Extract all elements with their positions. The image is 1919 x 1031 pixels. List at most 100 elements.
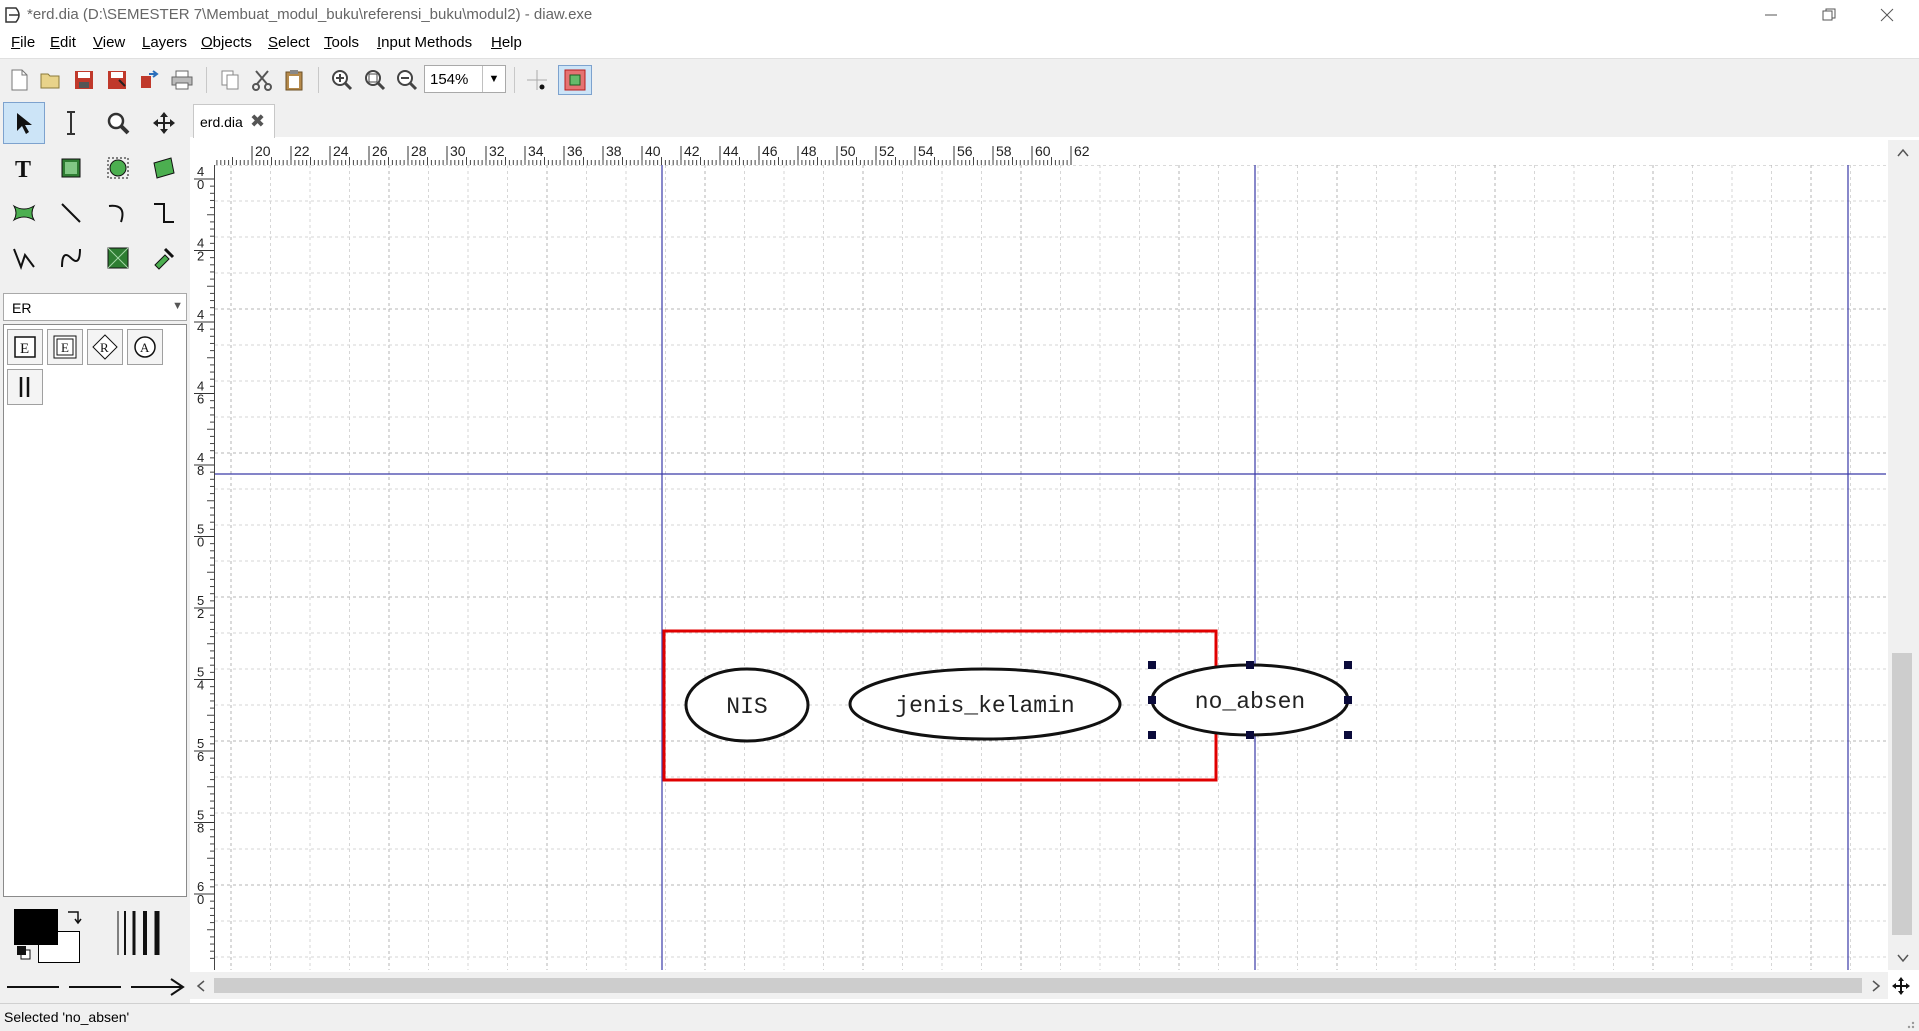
er-attribute-shape[interactable]: A [127,329,163,365]
restore-button[interactable] [1800,0,1858,30]
menu-view[interactable]: View [93,34,125,51]
magnify-tool[interactable] [97,102,139,144]
minimize-button[interactable] [1742,0,1800,30]
zoom-out-icon [397,70,418,91]
horizontal-scrollbar[interactable] [190,972,1888,999]
menu-edit[interactable]: Edit [50,34,76,51]
vertical-scrollbar[interactable] [1888,140,1919,970]
selection-handle[interactable] [1246,661,1254,669]
chevron-down-icon[interactable]: ▼ [482,66,505,92]
svg-text:A: A [140,340,150,355]
text-tool[interactable]: T [3,147,45,189]
menu-objects[interactable]: Objects [201,34,252,51]
ruler-label: 4 [197,320,204,335]
attribute-no-absen[interactable]: no_absen [1150,663,1350,737]
ruler-label: 32 [489,143,505,159]
navigation-icon[interactable] [1891,976,1911,996]
close-tab-icon[interactable]: ✖ [250,111,265,132]
line-start-icon [7,986,59,988]
default-colors-icon[interactable] [16,945,32,961]
vertical-scroll-thumb[interactable] [1892,653,1912,935]
er-participation-shape[interactable] [7,369,43,405]
polyline-tool[interactable] [3,237,45,279]
beziergon-tool[interactable] [3,192,45,234]
cut-icon [252,70,272,91]
attribute-jenis-kelamin[interactable]: jenis_kelamin [848,667,1122,741]
line-width-icon[interactable] [114,907,168,959]
zoom-out-button[interactable] [394,67,420,93]
open-button[interactable] [38,67,64,93]
cut-button[interactable] [249,67,275,93]
text-edit-tool[interactable] [50,102,92,144]
foreground-color-box[interactable] [14,909,58,945]
selection-handle[interactable] [1148,661,1156,669]
snap-object-toggle[interactable] [558,65,592,95]
tab-label: erd.dia [200,114,243,130]
save-as-button[interactable] [104,67,130,93]
zoom-fit-button[interactable] [362,67,388,93]
resize-grip-icon[interactable] [1902,1016,1916,1030]
diagram-canvas[interactable]: NIS jenis_kelamin no_absen [215,165,1886,970]
selection-handle[interactable] [1344,731,1352,739]
sheet-selector[interactable]: ER ▼ [3,293,187,321]
menu-layers[interactable]: Layers [142,34,187,51]
er-entity-shape[interactable]: E [7,329,43,365]
save-button[interactable] [71,67,97,93]
pointer-icon [17,113,32,134]
scroll-left-icon[interactable] [196,980,206,992]
copy-button[interactable] [217,67,243,93]
image-tool[interactable] [97,237,139,279]
ruler-label: 62 [1074,143,1090,159]
selection-handle[interactable] [1148,731,1156,739]
minimize-icon [1765,14,1777,16]
er-relationship-shape[interactable]: R [87,329,123,365]
menu-input-methods[interactable]: Input Methods [377,34,472,51]
ruler-label: 46 [762,143,778,159]
start-arrow-selector[interactable] [3,969,63,1005]
er-weak-entity-shape[interactable]: E [47,329,83,365]
print-button[interactable] [169,67,195,93]
modify-tool[interactable] [3,102,45,144]
ellipse-tool[interactable] [97,147,139,189]
line-style-selector[interactable] [65,969,125,1005]
menu-help[interactable]: Help [491,34,522,51]
paste-button[interactable] [281,67,307,93]
open-icon [40,73,60,89]
attribute-icon: A [134,336,156,358]
bezier-tool[interactable] [50,237,92,279]
scroll-tool[interactable] [143,102,185,144]
line-tool[interactable] [50,192,92,234]
polygon-tool[interactable] [143,147,185,189]
arc-icon [108,204,124,223]
ruler-label: 58 [996,143,1012,159]
close-button[interactable] [1858,0,1916,30]
selection-handle[interactable] [1344,661,1352,669]
scroll-up-icon[interactable] [1897,148,1909,158]
horizontal-scroll-thumb[interactable] [214,978,1862,993]
selection-handle[interactable] [1148,696,1156,704]
zigzag-tool[interactable] [143,192,185,234]
menu-select[interactable]: Select [268,34,310,51]
bezier-icon [61,248,81,268]
outline-tool[interactable] [143,237,185,279]
end-arrow-selector[interactable] [127,969,187,1005]
snap-grid-toggle[interactable] [524,67,550,93]
new-button[interactable] [6,67,32,93]
menu-tools[interactable]: Tools [324,34,359,51]
weak-entity-icon: E [53,335,77,359]
export-button[interactable] [136,67,162,93]
ruler-label: 60 [1035,143,1051,159]
arc-tool[interactable] [97,192,139,234]
selection-handle[interactable] [1344,696,1352,704]
scroll-right-icon[interactable] [1871,980,1881,992]
selection-handle[interactable] [1246,731,1254,739]
zoom-combo[interactable]: 154% ▼ [424,65,506,93]
menu-file[interactable]: File [11,34,35,51]
save-icon [75,71,93,89]
scroll-down-icon[interactable] [1897,953,1909,963]
zoom-in-button[interactable] [329,67,355,93]
swap-colors-icon[interactable] [64,908,84,928]
tab-erd-dia[interactable]: erd.dia ✖ [193,104,275,138]
attribute-nis[interactable]: NIS [684,667,810,743]
box-tool[interactable] [50,147,92,189]
